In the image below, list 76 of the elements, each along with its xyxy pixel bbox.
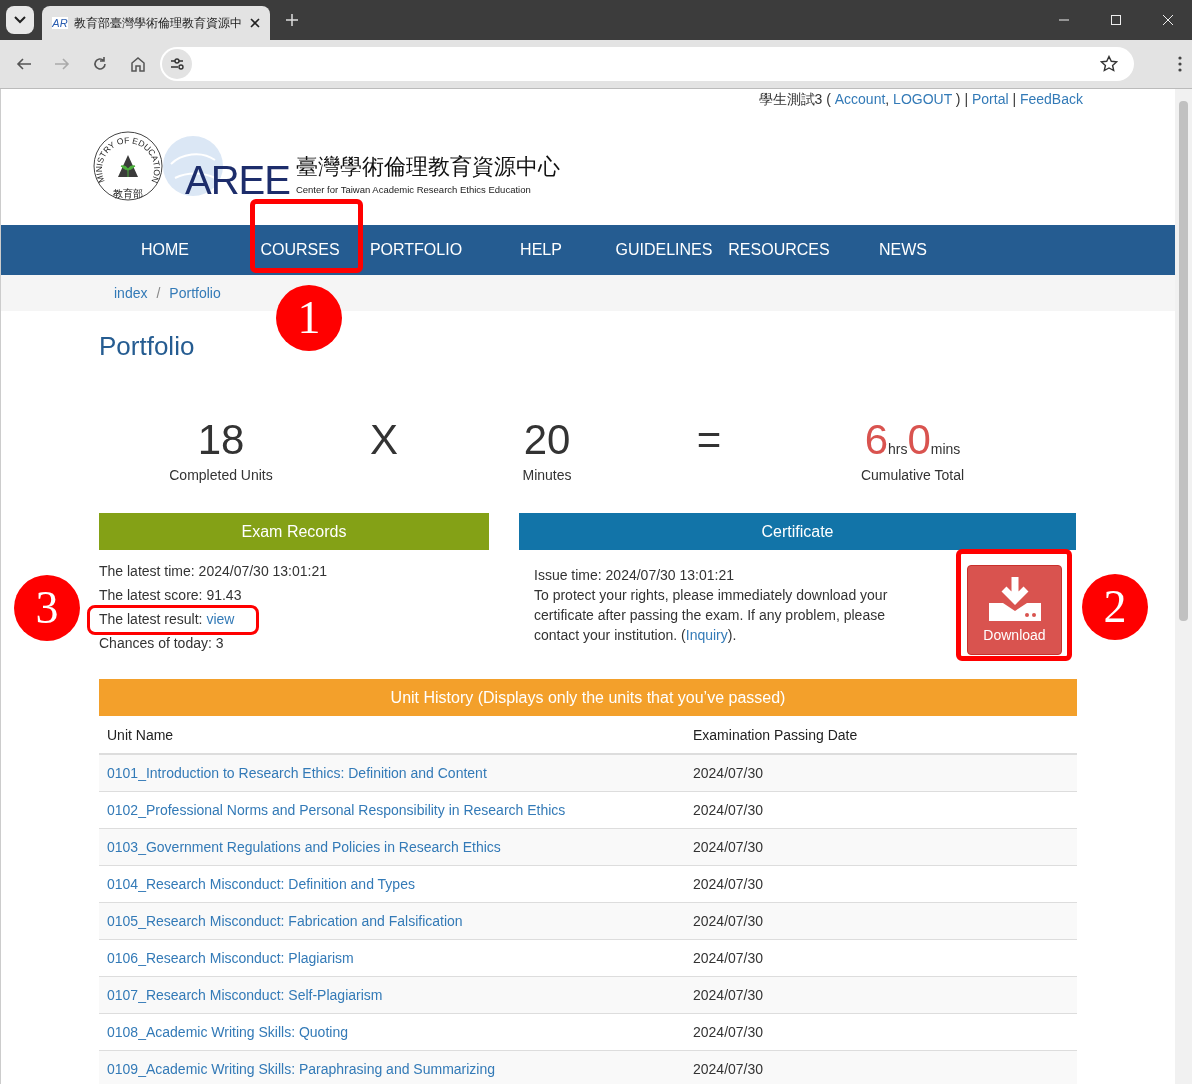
home-icon[interactable]	[130, 56, 146, 72]
unit-link[interactable]: 0101_Introduction to Research Ethics: Definition and Content	[107, 765, 487, 781]
minutes-count: 20	[523, 415, 571, 465]
download-button[interactable]: Download	[967, 565, 1062, 655]
nav-link[interactable]: GUIDELINES	[609, 241, 719, 259]
maximize-icon[interactable]	[1110, 14, 1122, 26]
nav-link[interactable]: COURSES	[245, 241, 355, 259]
passing-date: 2024/07/30	[685, 1013, 1077, 1051]
feedback-link[interactable]: FeedBack	[1019, 91, 1083, 107]
units-label: Completed Units	[169, 467, 273, 483]
minutes-label: Minutes	[522, 467, 572, 483]
hours-unit: hrs	[888, 441, 908, 457]
minutes-unit: mins	[930, 441, 961, 457]
plus-icon[interactable]	[286, 14, 298, 26]
tab-search-button[interactable]	[6, 6, 34, 34]
user-links: 學生測試3 ( Account, LOGOUT ) | Portal | FeedBack	[758, 91, 1083, 109]
logout-link[interactable]: LOGOUT	[893, 91, 952, 107]
unit-link[interactable]: 0108_Academic Writing Skills: Quoting	[107, 1024, 348, 1040]
exam-records-header: Exam Records	[99, 513, 489, 550]
logo-wordmark: AREE	[185, 160, 290, 200]
issue-time-text: Issue time: 2024/07/30 13:01:21	[534, 566, 736, 585]
browser-tab[interactable]: AR 教育部臺灣學術倫理教育資源中	[42, 6, 270, 40]
unit-link[interactable]: 0102_Professional Norms and Personal Responsibility in Research Ethics	[107, 802, 566, 818]
passing-date: 2024/07/30	[685, 1050, 1077, 1084]
latest-result-text: The latest result: view	[99, 611, 235, 627]
site-settings-icon[interactable]	[162, 49, 192, 79]
unit-link[interactable]: 0105_Research Misconduct: Fabrication and Falsification	[107, 913, 463, 929]
scrollbar-thumb[interactable]	[1179, 101, 1188, 621]
back-icon[interactable]	[16, 56, 32, 72]
unit-link[interactable]: 0104_Research Misconduct: Definition and Types	[107, 876, 415, 892]
close-icon[interactable]	[250, 18, 260, 28]
chances-text: Chances of today: 3	[99, 635, 224, 651]
latest-time-text: The latest time: 2024/07/30 13:01:21	[99, 563, 328, 579]
passing-date: 2024/07/30	[685, 902, 1077, 940]
certificate-header: Certificate	[519, 513, 1076, 550]
units-count: 18	[197, 415, 245, 465]
breadcrumb-link[interactable]: Portfolio	[169, 285, 221, 301]
favicon-icon: AR	[52, 17, 68, 29]
star-icon[interactable]	[1100, 55, 1118, 73]
nav-link[interactable]: RESOURCES	[724, 241, 834, 259]
passing-date: 2024/07/30	[685, 754, 1077, 792]
breadcrumb-link[interactable]: index	[114, 285, 148, 301]
logo-subtitle: Center for Taiwan Academic Research Ethics Education	[295, 183, 532, 195]
unit-link[interactable]: 0109_Academic Writing Skills: Paraphrasing and Summarizing	[107, 1061, 496, 1077]
nav-link[interactable]: HELP	[501, 241, 581, 259]
passing-date: 2024/07/30	[685, 939, 1077, 977]
total-label: Cumulative Total	[860, 467, 965, 483]
inquiry-link[interactable]: Inquiry	[685, 627, 728, 643]
passing-date: 2024/07/30	[685, 828, 1077, 866]
minutes-value: 0	[907, 415, 931, 465]
unit-history-header: Unit History (Displays only the units that you’ve passed)	[99, 679, 1077, 716]
passing-date: 2024/07/30	[685, 976, 1077, 1014]
unit-link[interactable]: 0106_Research Misconduct: Plagiarism	[107, 950, 354, 966]
tab-title: 教育部臺灣學術倫理教育資源中	[74, 14, 243, 32]
chevron-down-icon	[14, 16, 26, 24]
nav-link[interactable]: NEWS	[863, 241, 943, 259]
logo-title: 臺灣學術倫理教育資源中心	[295, 152, 560, 181]
download-icon	[988, 577, 1041, 621]
passing-date: 2024/07/30	[685, 791, 1077, 829]
passing-date: 2024/07/30	[685, 865, 1077, 903]
scrollbar[interactable]	[1175, 89, 1192, 1084]
reload-icon[interactable]	[92, 56, 108, 72]
more-menu-icon[interactable]	[1178, 56, 1182, 72]
latest-score-text: The latest score: 91.43	[99, 587, 242, 603]
view-link[interactable]: view	[206, 611, 235, 627]
multiply-sign: X	[370, 415, 398, 465]
breadcrumb-separator: /	[156, 285, 161, 301]
certificate-notice: To protect your rights, please immediately download your certificate after passing the exam. If any problem, please contact your institution. (Inquiry).	[534, 586, 889, 645]
nav-link[interactable]: PORTFOLIO	[361, 241, 471, 259]
unit-link[interactable]: 0107_Research Misconduct: Self-Plagiarism	[107, 987, 383, 1003]
portal-link[interactable]: Portal	[971, 91, 1009, 107]
unit-link[interactable]: 0103_Government Regulations and Policies in Research Ethics	[107, 839, 501, 855]
hours-value: 6	[864, 415, 888, 465]
nav-link[interactable]: HOME	[115, 241, 215, 259]
equals-sign: =	[696, 415, 722, 465]
page-title: Portfolio	[99, 331, 196, 363]
